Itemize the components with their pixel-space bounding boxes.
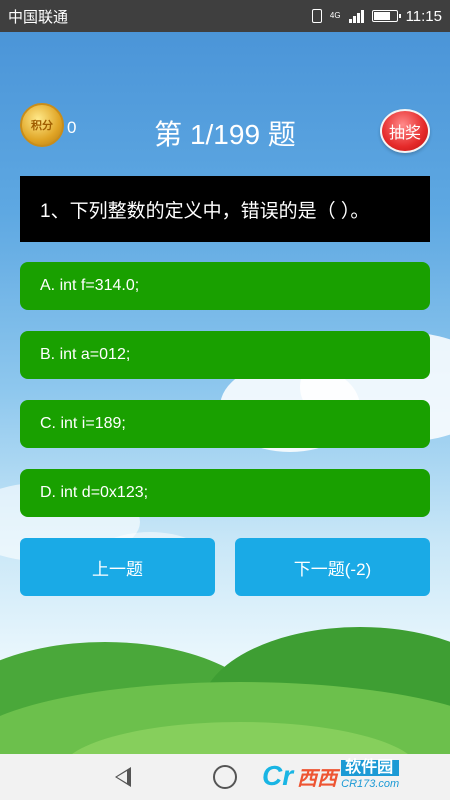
option-d-button[interactable]: D. int d=0x123;: [20, 469, 430, 517]
status-bar: 中国联通 4G 11:15: [0, 0, 450, 32]
clock: 11:15: [405, 7, 442, 25]
lottery-button[interactable]: 抽奖: [380, 109, 430, 153]
option-a-button[interactable]: A. int f=314.0;: [20, 262, 430, 310]
battery-icon: [371, 10, 401, 22]
option-b-button[interactable]: B. int a=012;: [20, 331, 430, 379]
watermark: Cr 西西 软件园 CR173.com: [262, 756, 400, 796]
signal-icon: [348, 9, 364, 23]
watermark-url: CR173.com: [341, 778, 400, 790]
back-icon[interactable]: [115, 767, 131, 787]
watermark-logo: Cr: [262, 760, 294, 791]
vibrate-icon: [311, 9, 322, 23]
network-type: 4G: [329, 11, 341, 20]
watermark-name: 软件园: [341, 760, 400, 776]
next-question-button[interactable]: 下一题(-2): [235, 538, 430, 596]
home-icon[interactable]: [213, 765, 237, 789]
watermark-brand: 西西: [297, 767, 338, 790]
option-c-button[interactable]: C. int i=189;: [20, 400, 430, 448]
question-text: 1、下列整数的定义中，错误的是（ ）。: [20, 176, 430, 242]
prev-question-button[interactable]: 上一题: [20, 538, 215, 596]
carrier-label: 中国联通: [8, 8, 69, 26]
status-icons: 4G 11:15: [311, 7, 442, 25]
